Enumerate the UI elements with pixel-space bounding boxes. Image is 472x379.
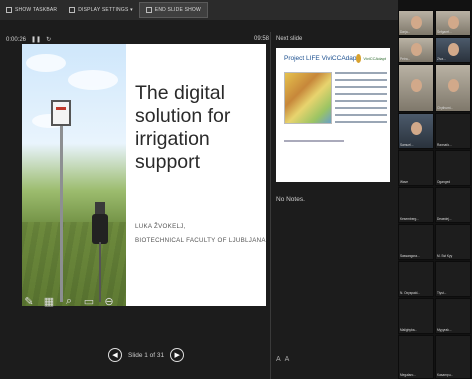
participant-tile[interactable]: Tlyst... xyxy=(435,261,471,297)
see-all-slides-icon[interactable]: ▦ xyxy=(42,294,56,308)
author-name: LUKA ŽVOKELJ, xyxy=(135,223,186,230)
end-show-icon xyxy=(145,7,152,13)
gallery-header xyxy=(398,0,472,10)
zoom-icon[interactable]: ⌕ xyxy=(62,294,76,308)
pause-timer-icon[interactable]: ❚❚ xyxy=(31,36,41,43)
reset-timer-icon[interactable]: ↻ xyxy=(46,36,51,43)
current-slide[interactable]: The digital solution for irrigation supp… xyxy=(22,44,266,306)
taskbar-icon xyxy=(6,7,12,13)
participant-tile[interactable] xyxy=(398,64,434,112)
slide-navigation: ◀ Slide 1 of 31 ▶ xyxy=(108,348,185,362)
decrease-font-icon[interactable]: A xyxy=(285,356,294,363)
display-icon xyxy=(69,7,76,13)
increase-font-icon[interactable]: A xyxy=(276,356,285,363)
participant-tile[interactable]: Sassangora... xyxy=(398,224,434,260)
slide-title: The digital solution for irrigation supp… xyxy=(135,82,231,173)
participant-tile[interactable]: Deaedej... xyxy=(435,187,471,223)
display-settings-label: DISPLAY SETTINGS ▾ xyxy=(78,7,133,13)
participant-tile[interactable]: Megalaro... xyxy=(398,335,434,379)
end-slide-show-button[interactable]: END SLIDE SHOW xyxy=(138,2,208,18)
show-taskbar-button[interactable]: SHOW TASKBAR xyxy=(0,2,63,18)
participant-tile[interactable]: Kasampu... xyxy=(435,335,471,379)
notes-font-controls: AA xyxy=(276,356,293,363)
next-slide-preview[interactable]: Project LIFE ViviCCAdapt ViviCCAdapt xyxy=(276,48,390,182)
participant-tile[interactable]: Petra... xyxy=(398,37,434,63)
next-slide-title: Project LIFE ViviCCAdapt xyxy=(284,55,359,62)
presenter-toolbar: SHOW TASKBAR DISPLAY SETTINGS ▾ END SLID… xyxy=(0,0,398,20)
participant-tile[interactable]: Samuel... xyxy=(398,113,434,149)
end-slide-show-label: END SLIDE SHOW xyxy=(154,7,201,13)
participant-tile[interactable]: Kesemberg... xyxy=(398,187,434,223)
logo-icon xyxy=(356,53,362,63)
participant-tile[interactable]: Šefgaref... xyxy=(435,10,471,36)
participant-tile[interactable]: M. Sst Kyy xyxy=(435,224,471,260)
next-slide-caption xyxy=(284,140,344,142)
participant-tile[interactable]: N. Oxyspaid... xyxy=(398,261,434,297)
field-sensor-photo xyxy=(22,44,126,306)
next-slide-map xyxy=(284,72,332,124)
pane-divider[interactable] xyxy=(270,32,271,379)
pen-icon[interactable]: ✎ xyxy=(22,294,36,308)
participant-tile[interactable]: Myyyrak... xyxy=(435,298,471,334)
participant-tile[interactable]: Chythumi... xyxy=(435,64,471,112)
elapsed-timer: 0:00:26 xyxy=(6,36,27,43)
more-options-icon[interactable]: ⊖ xyxy=(102,294,116,308)
participant-tile[interactable]: Ravnaťo... xyxy=(435,113,471,149)
display-settings-button[interactable]: DISPLAY SETTINGS ▾ xyxy=(63,2,139,18)
slide-counter: Slide 1 of 31 xyxy=(128,351,165,359)
show-taskbar-label: SHOW TASKBAR xyxy=(15,7,58,13)
logo-text: ViviCCAdapt xyxy=(363,55,386,61)
previous-slide-button[interactable]: ◀ xyxy=(108,348,122,362)
slide-author: LUKA ŽVOKELJ, BIOTECHNICAL FACULTY OF LJ… xyxy=(135,220,266,248)
participant-tile[interactable]: Wave xyxy=(398,150,434,186)
participant-tile[interactable]: Oganged xyxy=(435,150,471,186)
camera-toggle-icon[interactable]: ▭ xyxy=(82,294,96,308)
presenter-view: 0:00:26 ❚❚ ↻ 09:58 The digital solution … xyxy=(0,20,398,379)
participant-tile[interactable]: Malighyba... xyxy=(398,298,434,334)
participant-tile[interactable]: Ziva... xyxy=(435,37,471,63)
participant-tile[interactable]: Darja... xyxy=(398,10,434,36)
clock: 09:58 xyxy=(254,36,270,42)
next-slide-label: Next slide xyxy=(276,36,303,42)
author-affiliation: BIOTECHNICAL FACULTY OF LJUBLJANA xyxy=(135,237,266,244)
timer-row: 0:00:26 ❚❚ ↻ xyxy=(6,36,51,44)
annotation-tools: ✎ ▦ ⌕ ▭ ⊖ xyxy=(22,294,116,308)
next-slide-bullets xyxy=(335,72,387,128)
project-logo: ViviCCAdapt xyxy=(356,52,386,64)
speaker-notes: No Notes. xyxy=(276,196,305,203)
next-slide-button[interactable]: ▶ xyxy=(170,348,185,362)
video-gallery: Darja... Šefgaref... Petra... Ziva... Ch… xyxy=(398,0,472,379)
